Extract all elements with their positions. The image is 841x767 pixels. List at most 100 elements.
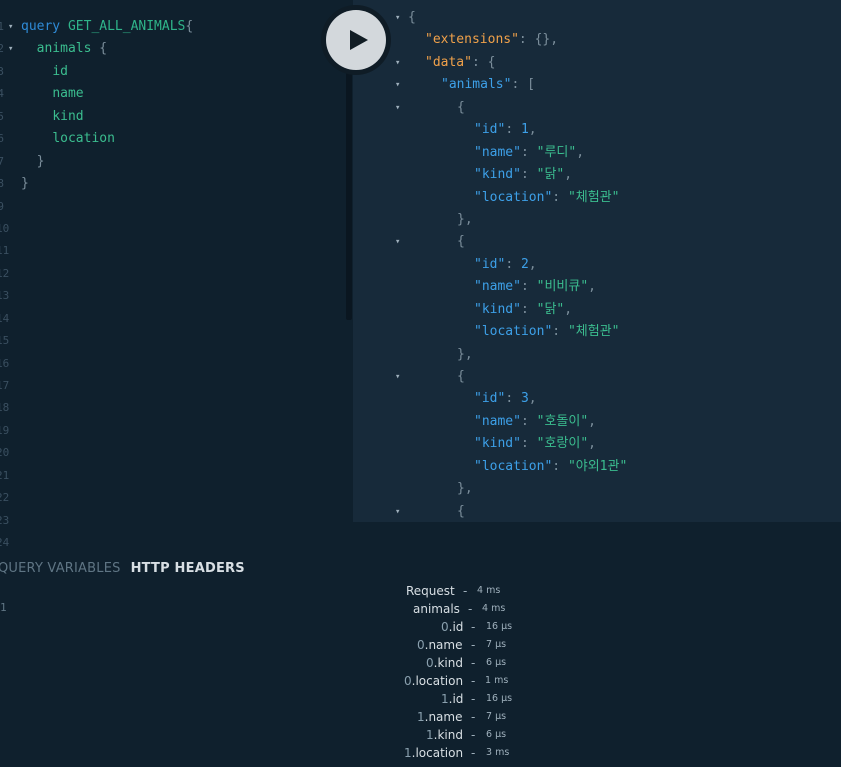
code-text: }: [21, 151, 45, 173]
variables-line-number: 1: [0, 601, 7, 614]
code-text: kind: [21, 106, 84, 128]
code-text: animals {: [21, 38, 107, 60]
field-animals: animals: [36, 41, 92, 57]
execute-query-button[interactable]: [321, 5, 391, 75]
tracing-field-name: animals: [413, 600, 460, 618]
open-bracket: [: [527, 77, 535, 93]
open-brace: {: [408, 10, 416, 25]
key-extensions: "extensions": [425, 32, 519, 48]
tracing-separator: -: [471, 710, 476, 724]
key-location: "location": [474, 189, 553, 205]
code-text: {: [457, 97, 465, 119]
close-brace: },: [457, 346, 473, 362]
value-extensions: {}: [534, 32, 551, 48]
code-text: "kind": "호랑이",: [474, 433, 596, 455]
tracing-duration: 6 μs: [486, 729, 507, 740]
tracing-separator: -: [471, 656, 476, 670]
code-text: }: [21, 173, 29, 195]
key-id: "id": [474, 122, 506, 138]
line-number: 6: [0, 132, 4, 146]
key-kind: "kind": [474, 301, 521, 317]
code-text: location: [21, 128, 115, 150]
tracing-duration: 3 ms: [486, 747, 510, 758]
key-data: "data": [425, 54, 472, 70]
tracing-row: 0.id -16 μs: [360, 618, 560, 636]
line-number: 5: [0, 109, 4, 123]
value-location: "체험관": [567, 324, 620, 340]
line-number: 9: [0, 199, 4, 213]
code-text: id: [21, 61, 68, 83]
keyword-query: query: [21, 19, 61, 34]
tracing-field-name: 0.location: [404, 672, 463, 690]
line-number: 14: [0, 311, 10, 325]
comma: ,: [528, 391, 537, 407]
fold-arrow-icon[interactable]: ▾: [8, 38, 13, 60]
colon: :: [520, 144, 537, 160]
colon: :: [518, 32, 535, 48]
tracing-row: 1.id -16 μs: [360, 690, 560, 708]
tracing-separator: -: [471, 746, 476, 760]
open-brace: {: [185, 19, 194, 34]
tracing-field-name: 0.name: [417, 636, 463, 654]
comma: ,: [528, 256, 537, 272]
fold-arrow-icon[interactable]: ▾: [395, 231, 400, 253]
tracing-duration: 4 ms: [477, 585, 501, 596]
fold-arrow-icon[interactable]: ▾: [395, 97, 400, 119]
code-text: "name": "호돌이",: [474, 411, 596, 433]
code-text: "name": "비비큐",: [474, 276, 596, 298]
tab-query-variables[interactable]: QUERY VARIABLES: [0, 559, 121, 579]
code-text: "id": 2,: [474, 254, 537, 276]
line-number: 16: [0, 356, 10, 370]
tracing-separator: -: [471, 674, 476, 688]
line-number: 4: [0, 87, 4, 101]
tracing-duration: 4 ms: [482, 603, 506, 614]
value-kind: "닭": [536, 301, 565, 317]
result-pane: ▾ { "extensions": {}, ▾ "data": { ▾ "animals":…: [353, 0, 841, 522]
code-text: "id": 1,: [474, 119, 537, 141]
tracing-separator: -: [471, 692, 476, 706]
line-number: 11: [0, 244, 10, 258]
tracing-field-name: 0.id: [441, 618, 463, 636]
fold-arrow-icon[interactable]: ▾: [395, 7, 400, 29]
comma: ,: [588, 413, 596, 429]
line-number: 7: [0, 154, 4, 168]
code-text: {: [408, 7, 416, 29]
field-kind: kind: [52, 108, 84, 124]
code-text: "extensions": {},: [425, 29, 558, 51]
tracing-separator: -: [468, 602, 473, 616]
tracing-row: 0.name -7 μs: [360, 636, 560, 654]
colon: :: [520, 436, 537, 452]
key-name: "name": [474, 413, 521, 429]
value-id: 1: [520, 122, 529, 138]
tracing-field-name: 1.location: [404, 744, 463, 762]
value-name: "비비큐": [536, 279, 589, 295]
tracing-row: 1.location -3 ms: [360, 744, 560, 762]
tracing-index: 0: [426, 656, 434, 670]
tracing-field: Request: [406, 584, 455, 598]
code-text: {: [457, 231, 465, 253]
colon: :: [520, 279, 537, 295]
tracing-row: 1.kind -6 μs: [360, 726, 560, 744]
key-animals: "animals": [441, 77, 512, 93]
line-number: 8: [0, 177, 4, 191]
fold-arrow-icon[interactable]: ▾: [395, 52, 400, 74]
fold-arrow-icon[interactable]: ▾: [395, 366, 400, 388]
tab-http-headers[interactable]: HTTP HEADERS: [131, 559, 245, 579]
query-editor[interactable]: 1 ▾ query GET_ALL_ANIMALS{2 ▾ animals {3 id…: [0, 0, 353, 548]
fold-arrow-icon[interactable]: ▾: [8, 16, 13, 38]
tracing-field-name: 1.kind: [426, 726, 463, 744]
fold-arrow-icon[interactable]: ▾: [395, 501, 400, 522]
line-number: 12: [0, 266, 10, 280]
tracing-field: .location: [411, 746, 464, 760]
comma: ,: [576, 144, 585, 160]
key-kind: "kind": [474, 167, 521, 183]
line-number: 20: [0, 446, 10, 460]
tracing-duration: 16 μs: [486, 621, 513, 632]
execute-query-button-face[interactable]: [326, 10, 386, 70]
colon: :: [520, 413, 537, 429]
tracing-duration: 7 μs: [486, 639, 507, 650]
fold-arrow-icon[interactable]: ▾: [395, 74, 400, 96]
field-id: id: [52, 63, 68, 79]
